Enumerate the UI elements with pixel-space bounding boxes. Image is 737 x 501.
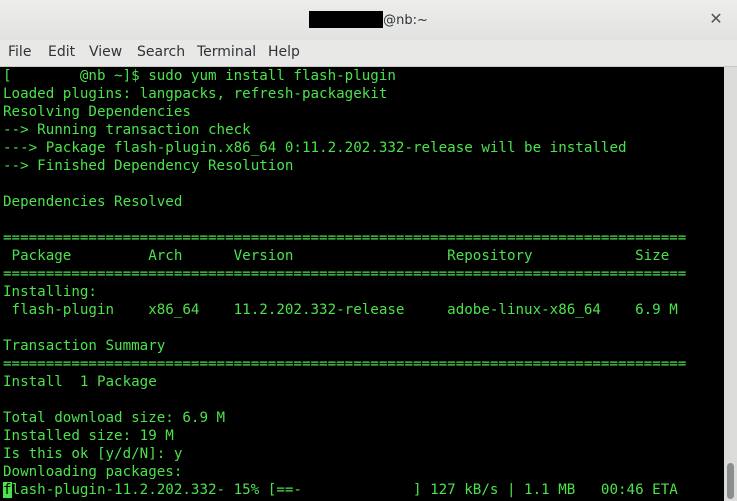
menu-bar: File Edit View Search Terminal Help (0, 40, 737, 67)
menu-terminal[interactable]: Terminal (197, 44, 256, 60)
terminal-window: @nb:~ ✕ File Edit View Search Terminal H… (0, 0, 737, 501)
terminal-line: --> Running transaction check (3, 122, 251, 138)
terminal-line: Installed size: 19 M (3, 428, 174, 444)
progress-line-text: lash-plugin-11.2.202.332- 15% [==- ] 127… (11, 482, 678, 498)
menu-help[interactable]: Help (268, 44, 300, 60)
terminal-line: ========================================… (3, 356, 687, 372)
terminal-line: flash-plugin x86_64 11.2.202.332-release… (3, 302, 678, 318)
progress-line: flash-plugin-11.2.202.332- 15% [==- ] 12… (0, 481, 724, 499)
menu-view[interactable]: View (89, 44, 122, 60)
terminal-line: ---> Package flash-plugin.x86_64 0:11.2.… (3, 140, 627, 156)
terminal-line: Resolving Dependencies (3, 104, 191, 120)
terminal-text: [ @nb ~]$ sudo yum install flash-plugin … (0, 67, 724, 481)
close-icon[interactable]: ✕ (709, 9, 723, 29)
terminal-line: Install 1 Package (3, 374, 157, 390)
title-bar[interactable]: @nb:~ ✕ (0, 0, 737, 40)
vertical-scrollbar[interactable] (724, 67, 737, 501)
terminal-line: Total download size: 6.9 M (3, 410, 226, 426)
terminal-line: --> Finished Dependency Resolution (3, 158, 294, 174)
terminal-output[interactable]: [ @nb ~]$ sudo yum install flash-plugin … (0, 67, 724, 501)
terminal-line: Transaction Summary (3, 338, 166, 354)
terminal-line: Installing: (3, 284, 97, 300)
terminal-cursor: f (3, 482, 12, 498)
terminal-line: ========================================… (3, 266, 687, 282)
terminal-line: Package Arch Version Repository Size (3, 248, 670, 264)
menu-search[interactable]: Search (137, 44, 185, 60)
window-title: @nb:~ (0, 11, 737, 28)
terminal-line: Is this ok [y/d/N]: y (3, 446, 183, 462)
terminal-line: Dependencies Resolved (3, 194, 183, 210)
terminal-line: ========================================… (3, 230, 687, 246)
window-title-text: @nb:~ (383, 13, 428, 28)
menu-file[interactable]: File (8, 44, 31, 60)
scrollbar-thumb[interactable] (727, 463, 734, 499)
terminal-line: [ @nb ~]$ sudo yum install flash-plugin (3, 68, 396, 84)
terminal-line: Downloading packages: (3, 464, 183, 480)
terminal-line: Loaded plugins: langpacks, refresh-packa… (3, 86, 388, 102)
redacted-username (309, 11, 384, 28)
menu-edit[interactable]: Edit (48, 44, 75, 60)
